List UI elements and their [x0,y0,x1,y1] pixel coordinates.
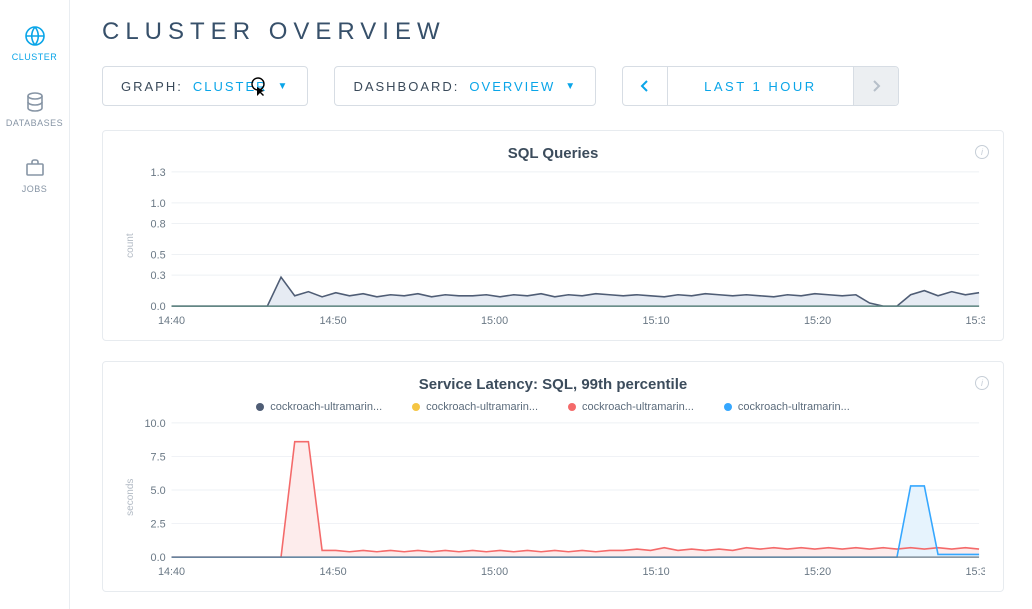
svg-text:7.5: 7.5 [151,451,166,463]
legend-label: cockroach-ultramarin... [270,401,382,413]
chart-ylabel: seconds [121,413,136,581]
svg-text:10.0: 10.0 [145,418,166,430]
timerange-label[interactable]: LAST 1 HOUR [667,67,854,105]
database-icon [23,90,47,114]
controls-row: GRAPH: CLUSTER ▼ DASHBOARD: OVERVIEW ▼ L… [102,66,1004,106]
legend-label: cockroach-ultramarin... [582,401,694,413]
dashboard-selector-label: DASHBOARD: [353,79,459,94]
svg-text:15:20: 15:20 [804,315,831,327]
chart-title: SQL Queries [121,145,985,162]
sidebar-item-label: JOBS [22,184,48,194]
svg-text:0.0: 0.0 [151,552,166,564]
panel-service-latency: Service Latency: SQL, 99th percentile i … [102,361,1004,592]
sidebar: CLUSTER DATABASES JOBS [0,0,70,609]
svg-text:0.0: 0.0 [151,301,166,313]
chevron-down-icon: ▼ [565,81,577,92]
timerange-next-button [854,67,898,105]
svg-text:1.3: 1.3 [151,167,166,179]
svg-text:15:10: 15:10 [642,315,669,327]
chevron-right-icon [871,80,881,92]
chart-sql-queries: 0.0 0.3 0.5 0.8 1.0 1.3 14:40 14:50 15:00 15:10 15… [136,162,985,330]
svg-text:14:50: 14:50 [319,315,346,327]
svg-text:15:20: 15:20 [804,566,831,578]
graph-selector-value: CLUSTER [193,79,268,94]
chevron-left-icon [640,80,650,92]
info-icon[interactable]: i [975,145,989,159]
timerange-control: LAST 1 HOUR [622,66,899,106]
chart-ylabel: count [121,162,136,330]
svg-text:14:40: 14:40 [158,566,185,578]
legend-dot [256,403,264,411]
chart-title: Service Latency: SQL, 99th percentile [121,376,985,393]
svg-text:14:40: 14:40 [158,315,185,327]
legend-label: cockroach-ultramarin... [738,401,850,413]
svg-text:5.0: 5.0 [151,485,166,497]
svg-text:0.5: 0.5 [151,249,166,261]
graph-selector-label: GRAPH: [121,79,183,94]
briefcase-icon [23,156,47,180]
chevron-down-icon: ▼ [278,81,290,92]
svg-text:15:30: 15:30 [966,315,985,327]
sidebar-item-jobs[interactable]: JOBS [0,144,69,210]
legend-item[interactable]: cockroach-ultramarin... [256,401,382,413]
panel-sql-queries: SQL Queries i count 0.0 0.3 0.5 0.8 1.0 1.3 14… [102,130,1004,341]
dashboard-selector[interactable]: DASHBOARD: OVERVIEW ▼ [334,66,596,106]
sidebar-item-label: CLUSTER [12,52,58,62]
graph-selector[interactable]: GRAPH: CLUSTER ▼ [102,66,308,106]
svg-text:0.8: 0.8 [151,218,166,230]
legend-item[interactable]: cockroach-ultramarin... [724,401,850,413]
svg-text:15:00: 15:00 [481,315,508,327]
legend-dot [568,403,576,411]
globe-icon [23,24,47,48]
legend-label: cockroach-ultramarin... [426,401,538,413]
chart-service-latency: 0.0 2.5 5.0 7.5 10.0 14:40 14:50 15:00 15:10 15:2… [136,413,985,581]
sidebar-item-cluster[interactable]: CLUSTER [0,12,69,78]
legend-item[interactable]: cockroach-ultramarin... [568,401,694,413]
svg-text:14:50: 14:50 [319,566,346,578]
svg-text:2.5: 2.5 [151,518,166,530]
svg-text:15:10: 15:10 [642,566,669,578]
svg-text:15:00: 15:00 [481,566,508,578]
legend-item[interactable]: cockroach-ultramarin... [412,401,538,413]
legend-dot [724,403,732,411]
chart-legend: cockroach-ultramarin... cockroach-ultrama… [121,401,985,413]
page-title: CLUSTER OVERVIEW [102,18,1004,46]
main: CLUSTER OVERVIEW GRAPH: CLUSTER ▼ DASHBO… [70,0,1032,609]
legend-dot [412,403,420,411]
info-icon[interactable]: i [975,376,989,390]
svg-text:1.0: 1.0 [151,198,166,210]
sidebar-item-databases[interactable]: DATABASES [0,78,69,144]
timerange-prev-button[interactable] [623,67,667,105]
svg-text:15:30: 15:30 [966,566,985,578]
dashboard-selector-value: OVERVIEW [469,79,555,94]
sidebar-item-label: DATABASES [6,118,63,128]
svg-text:0.3: 0.3 [151,270,166,282]
